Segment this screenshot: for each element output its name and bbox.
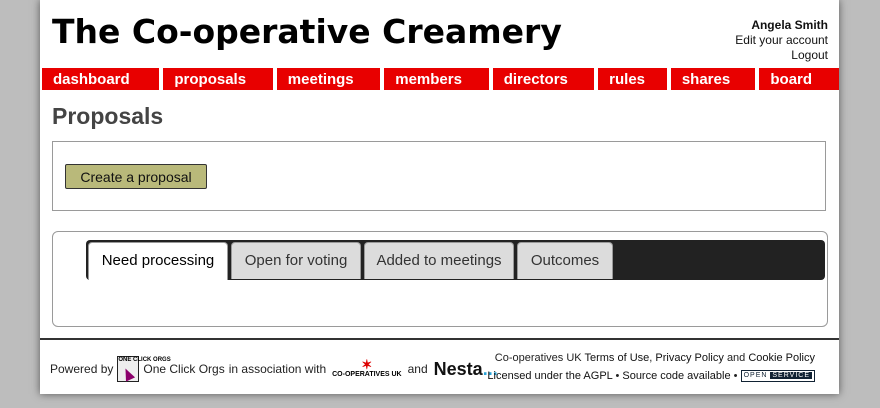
nav-item-proposals[interactable]: proposals (163, 68, 273, 90)
main-nav: dashboard proposals meetings members dir… (42, 68, 839, 90)
tab-need-processing[interactable]: Need processing (88, 242, 228, 280)
proposals-tabs-panel: Need processing Open for voting Added to… (52, 231, 828, 327)
footer-divider (40, 338, 839, 340)
and-text: and (407, 362, 428, 376)
nav-item-directors[interactable]: directors (492, 68, 595, 90)
powered-by-text: Powered by (50, 362, 114, 376)
bullet: • (615, 370, 620, 382)
page-container: The Co-operative Creamery Angela Smith E… (40, 0, 839, 394)
powered-by: Powered by ONE CLICK ORGS One Click Orgs… (50, 356, 498, 382)
cookie-link[interactable]: Cookie Policy (748, 352, 815, 364)
privacy-link[interactable]: Privacy Policy (655, 352, 723, 364)
edit-account-link[interactable]: Edit your account (735, 33, 828, 48)
association-text: in association with (228, 362, 327, 376)
terms-link[interactable]: Terms of Use (584, 352, 649, 364)
one-click-orgs-logo-icon[interactable]: ONE CLICK ORGS (117, 356, 171, 382)
nav-item-members[interactable]: members (384, 68, 489, 90)
user-name: Angela Smith (751, 18, 828, 32)
legal-links: Co-operatives UK Terms of Use, Privacy P… (487, 352, 815, 383)
tab-added-to-meetings[interactable]: Added to meetings (364, 242, 514, 279)
create-proposal-button[interactable]: Create a proposal (65, 164, 207, 189)
user-box: Angela Smith Edit your account Logout (735, 18, 828, 63)
nav-item-rules[interactable]: rules (598, 68, 667, 90)
tab-bar: Need processing Open for voting Added to… (86, 240, 825, 280)
and-text-2: and (726, 352, 746, 364)
tab-outcomes[interactable]: Outcomes (517, 242, 613, 279)
cooperatives-uk-logo-icon[interactable]: ✶ CO-OPERATIVES UK (332, 358, 402, 379)
site-title: The Co-operative Creamery (52, 12, 562, 51)
bullet: • (733, 370, 738, 382)
nav-item-board[interactable]: board (759, 68, 839, 90)
source-code-link[interactable]: Source code available (622, 370, 730, 382)
nav-item-meetings[interactable]: meetings (276, 68, 381, 90)
one-click-orgs-link[interactable]: One Click Orgs (143, 362, 224, 376)
nav-item-shares[interactable]: shares (670, 68, 756, 90)
agpl-link[interactable]: Licensed under the AGPL (487, 370, 612, 382)
nav-item-dashboard[interactable]: dashboard (42, 68, 160, 90)
coop-uk-text: Co-operatives UK (494, 352, 582, 364)
page-heading: Proposals (52, 103, 164, 129)
create-proposal-panel: Create a proposal (52, 141, 826, 211)
open-service-badge-icon[interactable]: OPEN SERVICE (740, 370, 815, 383)
logout-link[interactable]: Logout (735, 48, 828, 63)
tab-open-for-voting[interactable]: Open for voting (231, 242, 361, 279)
